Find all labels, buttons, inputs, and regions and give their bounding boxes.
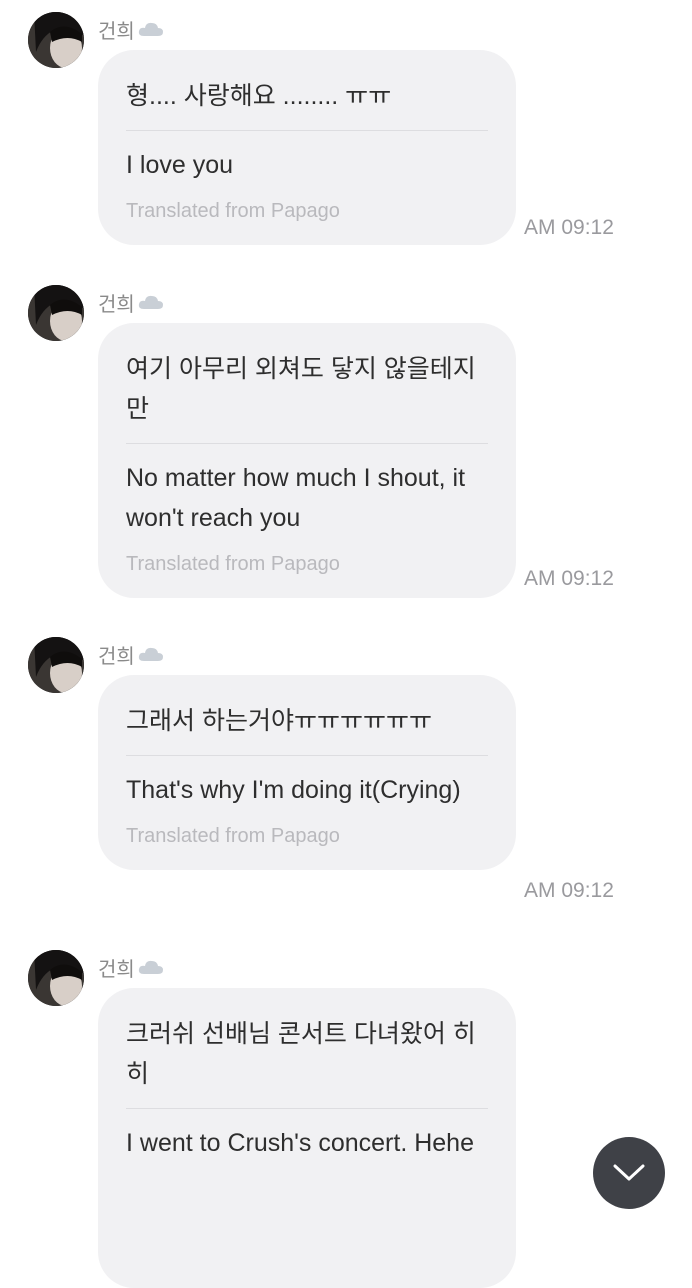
sender-name: 건희	[98, 958, 135, 981]
sender-name: 건희	[98, 645, 135, 668]
translation-source: Translated from Papago	[126, 825, 340, 847]
divider	[126, 443, 488, 444]
avatar[interactable]	[28, 950, 84, 1006]
avatar[interactable]	[28, 12, 84, 68]
original-text: 형.... 사랑해요 ........ ㅠㅠ	[126, 82, 392, 110]
message-item: 건희 크러쉬 선배님 콘서트 다녀왔어 히히 I went to Crush's…	[0, 950, 692, 1288]
message-bubble[interactable]: 여기 아무리 외쳐도 닿지 않을테지만 No matter how much I…	[98, 323, 516, 598]
sender-name-row: 건희	[98, 641, 165, 668]
message-item: 건희 여기 아무리 외쳐도 닿지 않을테지만 No matter how muc…	[0, 285, 692, 598]
divider	[126, 130, 488, 131]
cloud-icon	[138, 295, 163, 309]
divider	[126, 755, 488, 756]
avatar[interactable]	[28, 637, 84, 693]
chat-feed: 건희 형.... 사랑해요 ........ ㅠㅠ I love you Tra…	[0, 0, 692, 1288]
timestamp: AM 09:12	[524, 216, 614, 239]
translation-source: Translated from Papago	[126, 200, 340, 222]
translated-text: That's why I'm doing it(Crying)	[126, 776, 461, 804]
original-text: 크러쉬 선배님 콘서트 다녀왔어 히히	[126, 1020, 476, 1088]
cloud-icon	[138, 960, 163, 974]
original-text: 여기 아무리 외쳐도 닿지 않을테지만	[126, 355, 476, 423]
avatar-image	[28, 637, 84, 693]
message-item: 건희 그래서 하는거야ㅠㅠㅠㅠㅠㅠ That's why I'm doing i…	[0, 637, 692, 907]
translation-source: Translated from Papago	[126, 553, 340, 575]
cloud-icon	[138, 22, 163, 36]
timestamp: AM 09:12	[524, 567, 614, 590]
cloud-icon	[138, 647, 163, 661]
divider	[126, 1108, 488, 1109]
sender-name-row: 건희	[98, 289, 165, 316]
translated-text: I went to Crush's concert. Hehe	[126, 1129, 474, 1157]
timestamp: AM 09:12	[524, 879, 614, 902]
translated-text: I love you	[126, 151, 234, 179]
avatar-image	[28, 950, 84, 1006]
chevron-down-icon	[613, 1164, 645, 1181]
sender-name: 건희	[98, 293, 135, 316]
scroll-to-bottom-button[interactable]	[593, 1137, 665, 1209]
avatar[interactable]	[28, 285, 84, 341]
sender-name: 건희	[98, 20, 135, 43]
avatar-image	[28, 12, 84, 68]
original-text: 그래서 하는거야ㅠㅠㅠㅠㅠㅠ	[126, 707, 432, 735]
avatar-image	[28, 285, 84, 341]
message-bubble[interactable]: 형.... 사랑해요 ........ ㅠㅠ I love you Transl…	[98, 50, 516, 245]
sender-name-row: 건희	[98, 954, 165, 981]
message-item: 건희 형.... 사랑해요 ........ ㅠㅠ I love you Tra…	[0, 12, 692, 252]
message-bubble[interactable]: 그래서 하는거야ㅠㅠㅠㅠㅠㅠ That's why I'm doing it(C…	[98, 675, 516, 870]
translated-text: No matter how much I shout, it won't rea…	[126, 464, 466, 532]
message-bubble[interactable]: 크러쉬 선배님 콘서트 다녀왔어 히히 I went to Crush's co…	[98, 988, 516, 1288]
sender-name-row: 건희	[98, 16, 165, 43]
